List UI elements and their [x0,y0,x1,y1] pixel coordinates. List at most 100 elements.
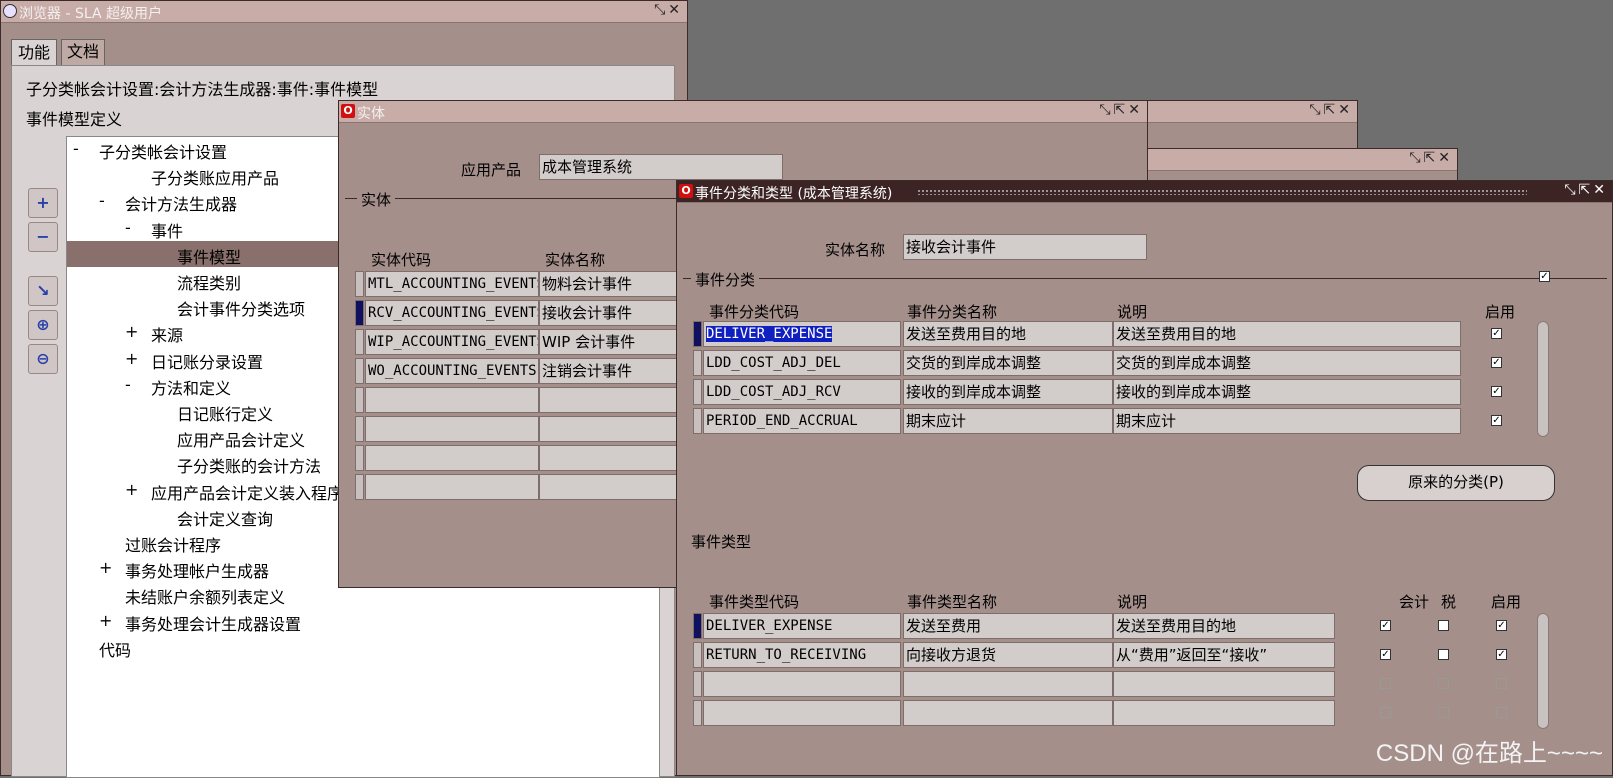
entity-name-cell[interactable] [539,416,679,442]
entity-code-cell[interactable]: WO_ACCOUNTING_EVENTS [365,358,539,384]
class-code-cell[interactable]: LDD_COST_ADJ_DEL [703,350,901,376]
class-desc-cell[interactable]: 发送至费用目的地 [1113,321,1461,347]
row-selector[interactable] [355,271,364,297]
tree-collapse-icon[interactable]: - [125,375,131,394]
entity-name-cell[interactable] [539,387,679,413]
original-class-button[interactable]: 原来的分类(P) [1357,465,1555,501]
class-desc-cell[interactable]: 接收的到岸成本调整 [1113,379,1461,405]
class-name-cell[interactable]: 发送至费用目的地 [903,321,1113,347]
event-titlebar[interactable]: O 事件分类和类型 (成本管理系统) ⤡⇱✕ [677,181,1612,203]
tree-collapse-icon[interactable]: - [99,191,105,210]
type-accounting-checkbox[interactable]: ✓ [1380,649,1391,660]
type-code-cell[interactable]: DELIVER_EXPENSE [703,613,901,639]
tree-item[interactable]: 来源 [151,322,183,346]
type-accounting-checkbox[interactable] [1380,678,1391,689]
row-selector[interactable] [355,445,364,471]
tab-documents[interactable]: 文档 [61,39,105,65]
tree-item[interactable]: 子分类账应用产品 [151,165,279,189]
tree-item[interactable]: 应用产品会计定义装入程序 [151,480,343,504]
background-window-1-titlebar[interactable]: ⤡⇱✕ [1141,101,1357,123]
tree-collapse-icon[interactable]: - [73,139,79,158]
type-desc-cell[interactable] [1113,671,1335,697]
entity-code-cell[interactable] [365,387,539,413]
tree-expand-icon[interactable]: + [125,480,138,499]
tree-expand-icon[interactable]: + [125,349,138,368]
entity-code-cell[interactable] [365,474,539,500]
type-tax-checkbox[interactable] [1438,620,1449,631]
class-enabled-checkbox[interactable]: ✓ [1491,328,1502,339]
class-section-checkbox[interactable]: ✓ [1539,271,1550,282]
type-name-cell[interactable]: 向接收方退货 [903,642,1113,668]
tree-item[interactable]: 事件模型 [177,244,241,268]
type-code-cell[interactable] [703,700,901,726]
type-code-cell[interactable] [703,671,901,697]
entity-name-cell[interactable]: 注销会计事件 [539,358,679,384]
entity-name-cell[interactable]: 物料会计事件 [539,271,679,297]
tree-collapse-icon[interactable]: - [125,218,131,237]
type-desc-cell[interactable]: 从“费用”返回至“接收” [1113,642,1335,668]
entity-name-cell[interactable]: 接收会计事件 [539,300,679,326]
expand-branch-button[interactable]: ↘ [28,276,58,306]
app-field[interactable]: 成本管理系统 [539,154,783,180]
class-desc-cell[interactable]: 期末应计 [1113,408,1461,434]
entity-code-cell[interactable] [365,416,539,442]
type-scrollbar[interactable] [1537,613,1549,729]
entity-name-field[interactable]: 接收会计事件 [903,234,1147,260]
window-controls[interactable]: ⤡⇱✕ [1309,102,1353,118]
row-selector[interactable] [693,408,702,434]
tree-item[interactable]: 流程类别 [177,270,241,294]
tree-item[interactable]: 方法和定义 [151,375,231,399]
tree-item[interactable]: 事务处理会计生成器设置 [125,611,301,635]
background-window-2-titlebar[interactable]: ⤡⇱✕ [1141,149,1457,171]
type-accounting-checkbox[interactable] [1380,707,1391,718]
type-name-cell[interactable] [903,671,1113,697]
tree-item[interactable]: 日记账行定义 [177,401,273,425]
class-scrollbar[interactable] [1537,321,1549,437]
row-selector[interactable] [693,321,702,347]
class-desc-cell[interactable]: 交货的到岸成本调整 [1113,350,1461,376]
type-name-cell[interactable]: 发送至费用 [903,613,1113,639]
row-selector[interactable] [355,300,364,326]
row-selector[interactable] [355,416,364,442]
tree-expand-icon[interactable]: + [125,322,138,341]
class-name-cell[interactable]: 期末应计 [903,408,1113,434]
tree-item[interactable]: 会计事件分类选项 [177,296,305,320]
row-selector[interactable] [693,671,702,697]
tree-item[interactable]: 事务处理帐户生成器 [125,558,269,582]
type-tax-checkbox[interactable] [1438,649,1449,660]
tree-item[interactable]: 子分类账的会计方法 [177,453,321,477]
tab-functions[interactable]: 功能 [11,39,57,67]
tree-item[interactable]: 事件 [151,218,183,242]
tree-expand-icon[interactable]: + [99,611,112,630]
class-name-cell[interactable]: 交货的到岸成本调整 [903,350,1113,376]
type-name-cell[interactable] [903,700,1113,726]
class-enabled-checkbox[interactable]: ✓ [1491,386,1502,397]
class-name-cell[interactable]: 接收的到岸成本调整 [903,379,1113,405]
row-selector[interactable] [355,329,364,355]
type-enabled-checkbox[interactable]: ✓ [1496,649,1507,660]
entity-titlebar[interactable]: O 实体 ⤡⇱✕ [339,101,1147,123]
type-desc-cell[interactable] [1113,700,1335,726]
row-selector[interactable] [355,358,364,384]
entity-code-cell[interactable] [365,445,539,471]
row-selector[interactable] [693,613,702,639]
window-controls[interactable]: ⤡✕ [654,2,683,18]
tree-expand-icon[interactable]: + [99,558,112,577]
navigator-titlebar[interactable]: 浏览器 - SLA 超级用户 ⤡✕ [1,1,687,23]
tree-item[interactable]: 日记账分录设置 [151,349,263,373]
class-enabled-checkbox[interactable]: ✓ [1491,415,1502,426]
type-code-cell[interactable]: RETURN_TO_RECEIVING [703,642,901,668]
entity-name-cell[interactable] [539,474,679,500]
type-desc-cell[interactable]: 发送至费用目的地 [1113,613,1335,639]
tree-item[interactable]: 会计定义查询 [177,506,273,530]
tree-item[interactable]: 会计方法生成器 [125,191,237,215]
class-enabled-checkbox[interactable]: ✓ [1491,357,1502,368]
tree-item[interactable]: 代码 [99,637,131,661]
window-controls[interactable]: ⤡⇱✕ [1564,182,1608,198]
class-code-cell[interactable]: LDD_COST_ADJ_RCV [703,379,901,405]
type-enabled-checkbox[interactable] [1496,707,1507,718]
row-selector[interactable] [355,387,364,413]
row-selector[interactable] [693,642,702,668]
tree-item[interactable]: 子分类帐会计设置 [99,139,227,163]
window-controls[interactable]: ⤡⇱✕ [1409,150,1453,166]
